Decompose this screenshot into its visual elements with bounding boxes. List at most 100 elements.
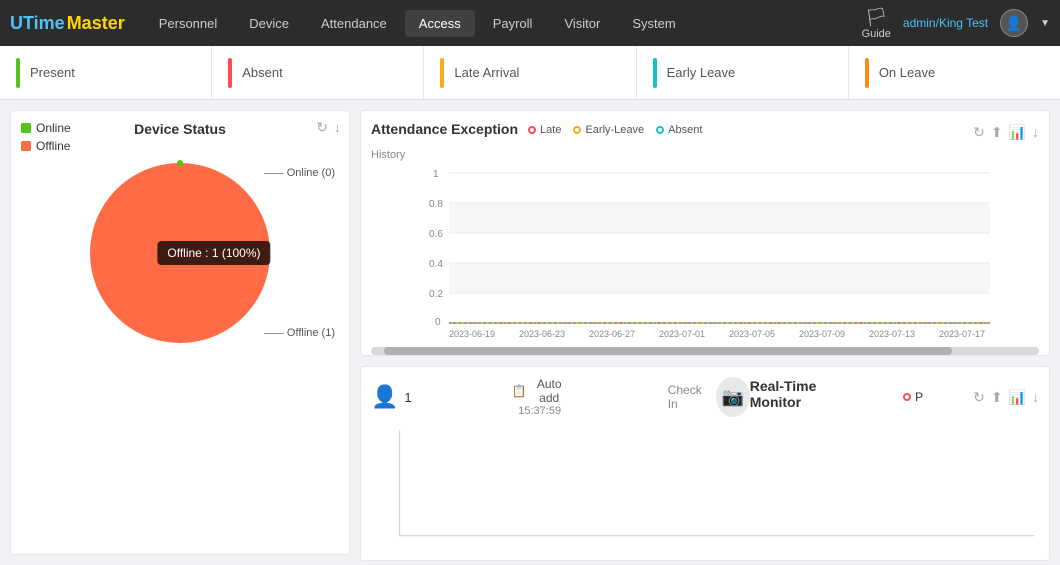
svg-text:2023-07-09: 2023-07-09 <box>799 329 845 339</box>
navbar: UTime Master Personnel Device Attendance… <box>0 0 1060 46</box>
svg-text:0: 0 <box>435 317 441 328</box>
guide-button[interactable]: 🏳 Guide <box>862 7 891 40</box>
attendance-chart-container: 1 0.8 0.6 0.4 0.2 0 <box>371 165 1039 345</box>
realtime-download-btn[interactable]: ↓ <box>1032 389 1039 406</box>
camera-icon: 📷 <box>716 377 750 417</box>
attendance-download-btn[interactable]: ↓ <box>1032 124 1039 141</box>
attendance-chart-btn[interactable]: 📊 <box>1009 124 1026 141</box>
realtime-header-left: 👤 1 📋 Auto add 15:37:59 Check In 📷 <box>371 377 750 417</box>
summary-late[interactable]: Late Arrival <box>424 46 636 99</box>
summary-present[interactable]: Present <box>0 46 212 99</box>
chart-scrollbar[interactable] <box>371 347 1039 355</box>
navbar-right: 🏳 Guide admin/King Test 👤 ▼ <box>862 7 1050 40</box>
nav-links: Personnel Device Attendance Access Payro… <box>145 10 862 37</box>
user-avatar[interactable]: 👤 <box>1000 9 1028 37</box>
legend-online: Online <box>21 121 71 135</box>
svg-text:1: 1 <box>433 169 439 180</box>
brand-time: Time <box>23 13 65 34</box>
nav-personnel[interactable]: Personnel <box>145 10 232 37</box>
legend-absent: Absent <box>656 124 702 136</box>
pie-svg <box>80 153 280 353</box>
brand-master: Master <box>67 13 125 34</box>
device-download-btn[interactable]: ↓ <box>334 119 341 136</box>
online-pie-label: Online (0) <box>264 167 335 179</box>
summary-absent[interactable]: Absent <box>212 46 424 99</box>
offline-pie-label: Offline (1) <box>264 327 335 339</box>
realtime-monitor-card: 👤 1 📋 Auto add 15:37:59 Check In 📷 <box>360 366 1050 561</box>
attendance-title-section: Attendance Exception Late Early-Leave <box>371 121 702 143</box>
brand-u: U <box>10 13 23 34</box>
early-leave-circle <box>573 126 581 134</box>
chart-legend: Late Early-Leave Absent <box>528 124 702 136</box>
late-legend-label: Late <box>540 124 561 136</box>
summary-bar: Present Absent Late Arrival Early Leave … <box>0 46 1060 100</box>
legend-late: Late <box>528 124 561 136</box>
device-chart-area: Offline : 1 (100%) Online (0) Offline (1… <box>21 143 339 363</box>
nav-attendance[interactable]: Attendance <box>307 10 401 37</box>
realtime-title: Real-Time Monitor <box>750 378 853 410</box>
guide-icon: 🏳 <box>865 7 888 28</box>
present-label: Present <box>30 65 75 80</box>
svg-text:2023-06-27: 2023-06-27 <box>589 329 635 339</box>
onleave-label: On Leave <box>879 65 935 80</box>
nav-access[interactable]: Access <box>405 10 475 37</box>
p-legend-label: P <box>915 390 923 404</box>
svg-text:0.8: 0.8 <box>429 199 443 210</box>
attendance-chart-svg: 1 0.8 0.6 0.4 0.2 0 <box>371 165 1039 340</box>
realtime-header: 👤 1 📋 Auto add 15:37:59 Check In 📷 <box>371 377 1039 417</box>
user-info[interactable]: admin/King Test <box>903 16 988 30</box>
pie-chart: Offline : 1 (100%) Online (0) Offline (1… <box>80 153 280 353</box>
checkin-label: Check In <box>668 383 708 411</box>
absent-indicator <box>228 58 232 88</box>
auto-add-area: 📋 Auto add 15:37:59 <box>512 377 568 417</box>
guide-label: Guide <box>862 28 891 40</box>
nav-system[interactable]: System <box>618 10 689 37</box>
left-column: Online Offline Device Status ↻ ↓ <box>10 110 350 555</box>
svg-text:2023-07-01: 2023-07-01 <box>659 329 705 339</box>
present-indicator <box>16 58 20 88</box>
attendance-card-actions: ↻ ⬆ 📊 ↓ <box>973 124 1039 141</box>
late-circle <box>528 126 536 134</box>
realtime-upload-btn[interactable]: ⬆ <box>991 389 1003 406</box>
p-legend-area: P <box>903 390 923 404</box>
early-indicator <box>653 58 657 88</box>
summary-early[interactable]: Early Leave <box>637 46 849 99</box>
onleave-indicator <box>865 58 869 88</box>
online-label: Online <box>36 121 71 135</box>
user-dropdown-arrow[interactable]: ▼ <box>1040 18 1050 29</box>
legend-early-leave: Early-Leave <box>573 124 644 136</box>
device-refresh-btn[interactable]: ↻ <box>316 119 328 136</box>
early-label: Early Leave <box>667 65 736 80</box>
nav-payroll[interactable]: Payroll <box>479 10 547 37</box>
brand-logo[interactable]: UTime Master <box>10 13 125 34</box>
late-label: Late Arrival <box>454 65 519 80</box>
nav-visitor[interactable]: Visitor <box>550 10 614 37</box>
realtime-chart-area <box>371 423 1039 556</box>
attendance-upload-btn[interactable]: ⬆ <box>991 124 1003 141</box>
attendance-refresh-btn[interactable]: ↻ <box>973 124 985 141</box>
avatar-icon: 👤 <box>1005 15 1022 32</box>
svg-text:2023-07-17: 2023-07-17 <box>939 329 985 339</box>
person-count-area: 👤 1 <box>371 384 412 410</box>
online-dot <box>21 123 31 133</box>
device-card-actions: ↻ ↓ <box>316 119 341 136</box>
person-count: 1 <box>404 390 411 405</box>
realtime-refresh-btn[interactable]: ↻ <box>973 389 985 406</box>
device-status-title: Device Status <box>134 121 226 137</box>
auto-add-icon: 📋 <box>512 384 527 398</box>
svg-text:0.4: 0.4 <box>429 259 443 270</box>
realtime-card-actions: ↻ ⬆ 📊 ↓ <box>973 389 1039 406</box>
auto-add-time: 15:37:59 <box>512 405 568 417</box>
realtime-title-area: Real-Time Monitor <box>750 378 853 416</box>
realtime-chart-btn[interactable]: 📊 <box>1009 389 1026 406</box>
absent-legend-label: Absent <box>668 124 702 136</box>
main-content: Online Offline Device Status ↻ ↓ <box>0 100 1060 565</box>
history-label: History <box>371 149 1039 161</box>
absent-circle <box>656 126 664 134</box>
auto-add-label-area: 📋 Auto add <box>512 377 568 405</box>
summary-onleave[interactable]: On Leave <box>849 46 1060 99</box>
nav-device[interactable]: Device <box>235 10 303 37</box>
person-icon: 👤 <box>371 384 398 410</box>
svg-text:2023-07-05: 2023-07-05 <box>729 329 775 339</box>
attendance-title: Attendance Exception <box>371 121 518 137</box>
